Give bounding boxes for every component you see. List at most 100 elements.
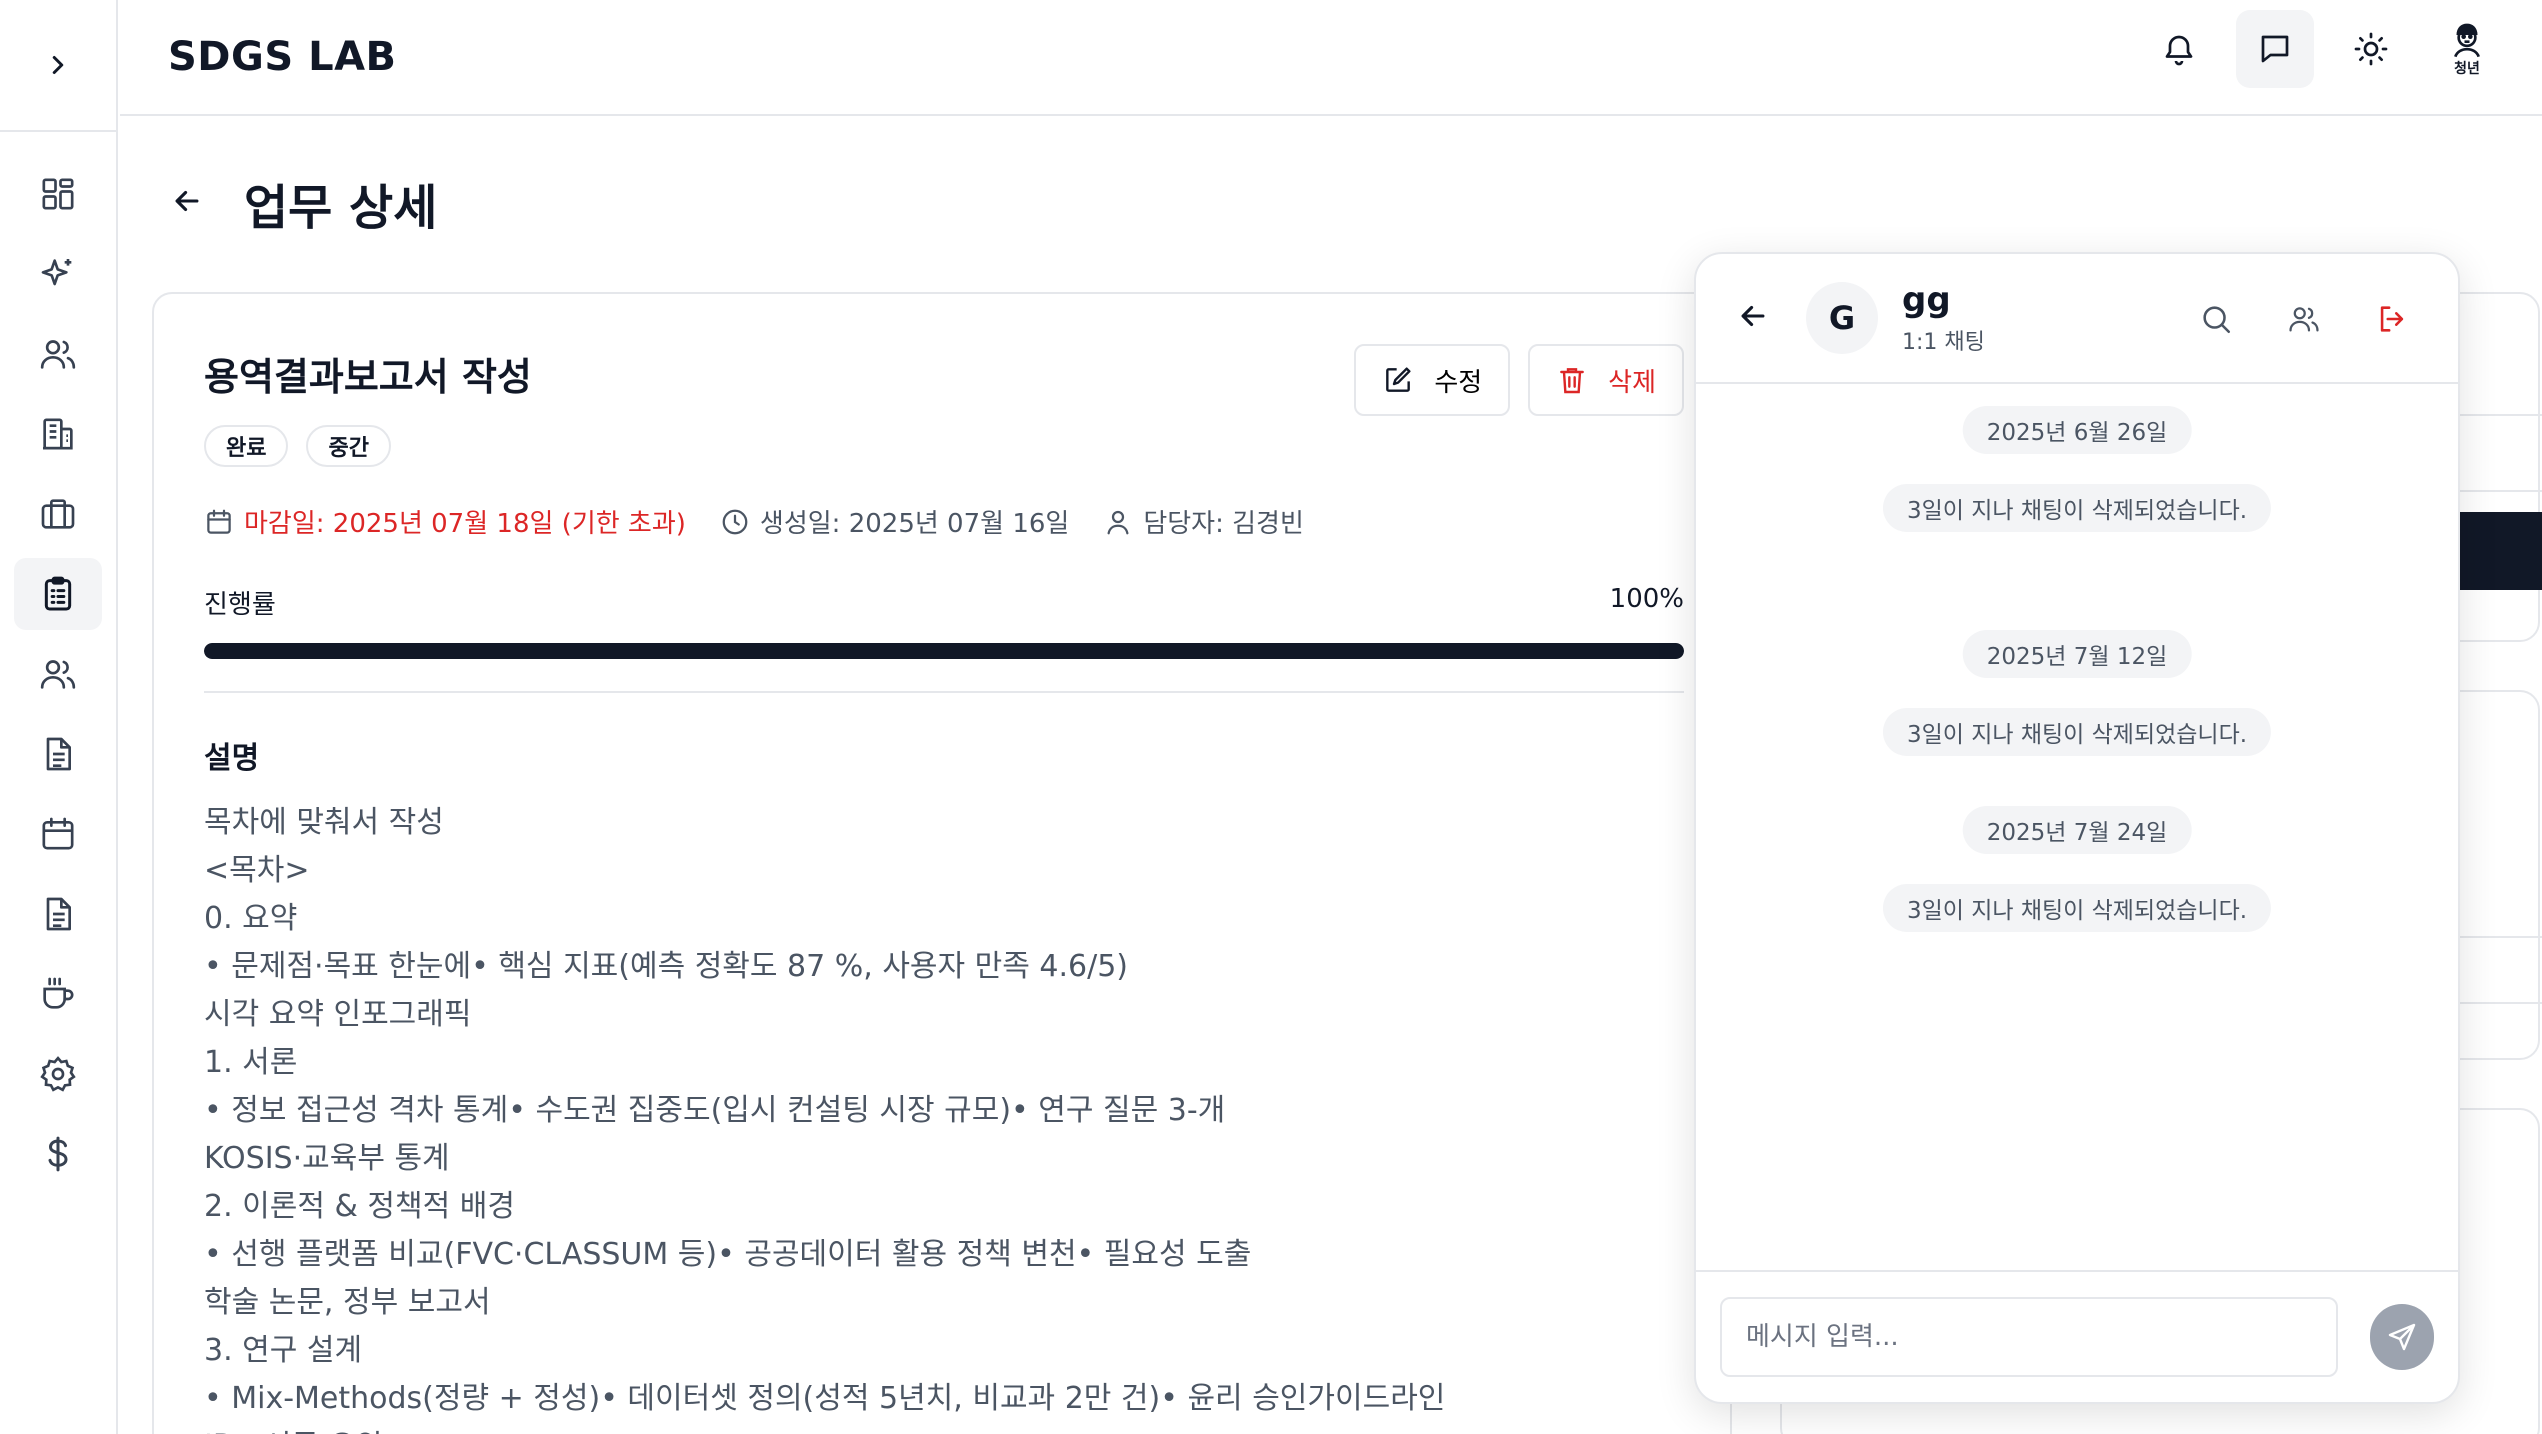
clock-icon bbox=[722, 509, 748, 534]
sidebar-item-billing[interactable] bbox=[14, 1118, 102, 1190]
trash-icon bbox=[1560, 368, 1585, 394]
report-icon bbox=[46, 897, 71, 931]
sidebar-item-team[interactable] bbox=[14, 638, 102, 710]
building-icon bbox=[43, 418, 73, 450]
document-icon bbox=[46, 737, 71, 771]
chat-info: gg 1:1 채팅 bbox=[1902, 280, 1985, 356]
description-line: IRB 서류 요약 bbox=[204, 1423, 1684, 1434]
gear-icon bbox=[40, 1056, 76, 1092]
sidebar-nav bbox=[0, 132, 116, 1198]
description-line: 1. 서론 bbox=[204, 1045, 298, 1080]
chat-back-button[interactable] bbox=[1736, 299, 1770, 337]
progress-value: 100% bbox=[1609, 584, 1684, 614]
dashboard-icon bbox=[42, 178, 74, 210]
page-title: 업무 상세 bbox=[244, 180, 438, 236]
coffee-icon bbox=[43, 977, 74, 1009]
progress-fill bbox=[204, 643, 1684, 659]
date-separator: 2025년 7월 24일 bbox=[1962, 806, 2192, 854]
chat-actions bbox=[2186, 280, 2422, 358]
sidebar-toggle[interactable] bbox=[0, 0, 116, 132]
calendar-icon bbox=[207, 509, 231, 534]
sidebar-item-dashboard[interactable] bbox=[14, 158, 102, 230]
page-title-row: 업무 상세 bbox=[170, 168, 437, 238]
top-header: SDGS LAB 청년 bbox=[120, 0, 2542, 116]
edit-button[interactable]: 수정 bbox=[1354, 344, 1511, 416]
chat-messages: 2025년 6월 26일 3일이 지나 채팅이 삭제되었습니다. 2025년 7… bbox=[1696, 386, 2458, 1272]
sidebar-item-documents[interactable] bbox=[14, 718, 102, 790]
sidebar-item-organization[interactable] bbox=[14, 398, 102, 470]
sidebar-item-calendar[interactable] bbox=[14, 798, 102, 870]
brand-logo[interactable]: SDGS LAB bbox=[168, 34, 397, 80]
description-line: 시각 요약 인포그래픽 bbox=[204, 997, 472, 1032]
description-line: 목차에 맞춰서 작성 bbox=[204, 805, 444, 840]
edit-label: 수정 bbox=[1434, 366, 1483, 397]
deadline-text: 마감일: 2025년 07월 18일 (기한 초과) bbox=[244, 509, 686, 539]
task-meta: 마감일: 2025년 07월 18일 (기한 초과) 생성일: 2025년 07… bbox=[204, 503, 1684, 540]
chat-name: gg bbox=[1902, 280, 1951, 320]
description-title: 설명 bbox=[204, 741, 260, 776]
chat-leave-button[interactable] bbox=[2362, 280, 2422, 358]
description-line: <목차> bbox=[204, 853, 310, 888]
sidebar-item-settings[interactable] bbox=[14, 1038, 102, 1110]
logout-icon bbox=[2380, 306, 2404, 332]
sun-icon bbox=[2354, 32, 2388, 66]
message-icon bbox=[2261, 35, 2289, 63]
back-button[interactable] bbox=[170, 184, 204, 222]
bell-icon bbox=[2165, 35, 2193, 66]
sidebar-item-reports[interactable] bbox=[14, 878, 102, 950]
briefcase-icon bbox=[41, 499, 75, 529]
status-badge: 완료 bbox=[204, 425, 289, 467]
description-line: 3. 연구 설계 bbox=[204, 1333, 363, 1368]
sidebar bbox=[0, 0, 118, 1434]
dollar-icon bbox=[48, 1136, 68, 1172]
system-notice: 3일이 지나 채팅이 삭제되었습니다. bbox=[1882, 708, 2272, 756]
sidebar-item-users[interactable] bbox=[14, 318, 102, 390]
sidebar-item-ai[interactable] bbox=[14, 238, 102, 310]
date-separator: 2025년 6월 26일 bbox=[1962, 406, 2192, 454]
sparkles-icon bbox=[41, 259, 72, 286]
description-line: • 정보 접근성 격차 통계• 수도권 집중도(입시 컨설팅 시장 규모)• 연… bbox=[204, 1093, 1226, 1128]
description-line: 2. 이론적 & 정책적 배경 bbox=[204, 1189, 515, 1224]
description-line: • 문제점·목표 한눈에• 핵심 지표(예측 정확도 87 %, 사용자 만족 … bbox=[204, 949, 1129, 984]
theme-toggle-button[interactable] bbox=[2332, 10, 2410, 88]
sidebar-item-projects[interactable] bbox=[14, 478, 102, 550]
chat-avatar: G bbox=[1806, 282, 1878, 354]
arrow-left-icon bbox=[175, 190, 199, 212]
description-line: 0. 요약 bbox=[204, 901, 298, 936]
notifications-button[interactable] bbox=[2140, 10, 2218, 88]
send-icon bbox=[2388, 1323, 2416, 1351]
chat-panel: G gg 1:1 채팅 2025년 6월 26일 3일이 지나 채팅이 삭제되었… bbox=[1694, 252, 2460, 1404]
chat-header: G gg 1:1 채팅 bbox=[1696, 254, 2458, 384]
system-notice: 3일이 지나 채팅이 삭제되었습니다. bbox=[1882, 884, 2272, 932]
chat-members-button[interactable] bbox=[2274, 280, 2334, 358]
chat-search-button[interactable] bbox=[2186, 280, 2246, 358]
priority-badge: 중간 bbox=[306, 425, 391, 467]
system-notice: 3일이 지나 채팅이 삭제되었습니다. bbox=[1882, 484, 2272, 532]
header-actions: 청년 bbox=[2140, 10, 2506, 88]
progress-header: 진행률 100% bbox=[204, 584, 1684, 621]
sidebar-item-break[interactable] bbox=[14, 958, 102, 1030]
arrow-left-icon bbox=[1741, 305, 1765, 327]
task-badges: 완료 중간 bbox=[204, 425, 1684, 467]
delete-button[interactable]: 삭제 bbox=[1528, 344, 1684, 416]
progress-label: 진행률 bbox=[204, 590, 276, 620]
message-input[interactable] bbox=[1720, 1297, 2339, 1377]
task-detail-card: 용역결과보고서 작성 완료 중간 수정 삭제 마감일: 2025년 07월 18… bbox=[152, 292, 1732, 1434]
description-line: • Mix-Methods(정량 + 정성)• 데이터셋 정의(성적 5년치, … bbox=[204, 1381, 1446, 1416]
task-actions: 수정 삭제 bbox=[1354, 344, 1684, 416]
team-icon bbox=[40, 660, 76, 689]
chat-composer bbox=[1696, 1270, 2458, 1402]
progress-bar bbox=[204, 643, 1684, 659]
description-line: KOSIS·교육부 통계 bbox=[204, 1141, 450, 1176]
user-avatar[interactable]: 청년 bbox=[2428, 10, 2506, 88]
send-button[interactable] bbox=[2370, 1304, 2434, 1370]
assignee-meta: 담당자: 김경빈 bbox=[1103, 503, 1304, 540]
deadline-meta: 마감일: 2025년 07월 18일 (기한 초과) bbox=[204, 503, 686, 540]
user-avatar-icon bbox=[2454, 23, 2480, 58]
messages-button[interactable] bbox=[2236, 10, 2314, 88]
description-line: • 선행 플랫폼 비교(FVC·CLASSUM 등)• 공공데이터 활용 정책 … bbox=[204, 1237, 1252, 1272]
avatar-label: 청년 bbox=[2454, 61, 2480, 77]
sidebar-item-tasks[interactable] bbox=[14, 558, 102, 630]
divider bbox=[204, 691, 1684, 693]
description-line: 학술 논문, 정부 보고서 bbox=[204, 1285, 491, 1320]
